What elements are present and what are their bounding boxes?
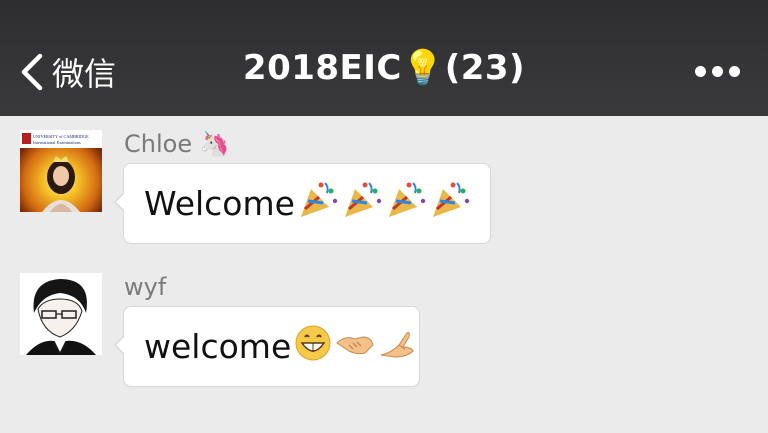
grinning-face-icon [293,323,333,371]
avatar-logo-line2: International Examinations [33,140,81,145]
more-dot-icon [712,66,723,77]
pinching-hand-icon [377,323,417,371]
message-bubble[interactable]: welcome [114,306,420,387]
party-popper-icon [429,179,471,229]
more-options-button[interactable] [695,66,740,77]
handshake-icon [335,323,375,371]
navigation-bar: 微信 2018EIC💡(23) [0,0,768,116]
avatar[interactable]: UNIVERSITY of CAMBRIDGE International Ex… [20,130,102,212]
more-dot-icon [729,66,740,77]
avatar-logo-line1: UNIVERSITY of CAMBRIDGE [33,134,89,139]
chat-title: 2018EIC💡(23) [242,48,526,88]
sender-name: Chloe 🦄 [124,130,230,158]
sender-name: wyf [124,273,167,301]
party-popper-icon [341,179,383,229]
avatar[interactable] [20,273,102,355]
party-popper-icon [297,179,339,229]
more-dot-icon [695,66,706,77]
message-text: welcome [144,327,292,366]
message-bubble[interactable]: Welcome [114,163,491,244]
message-text: Welcome [144,184,295,223]
party-popper-icon [385,179,427,229]
